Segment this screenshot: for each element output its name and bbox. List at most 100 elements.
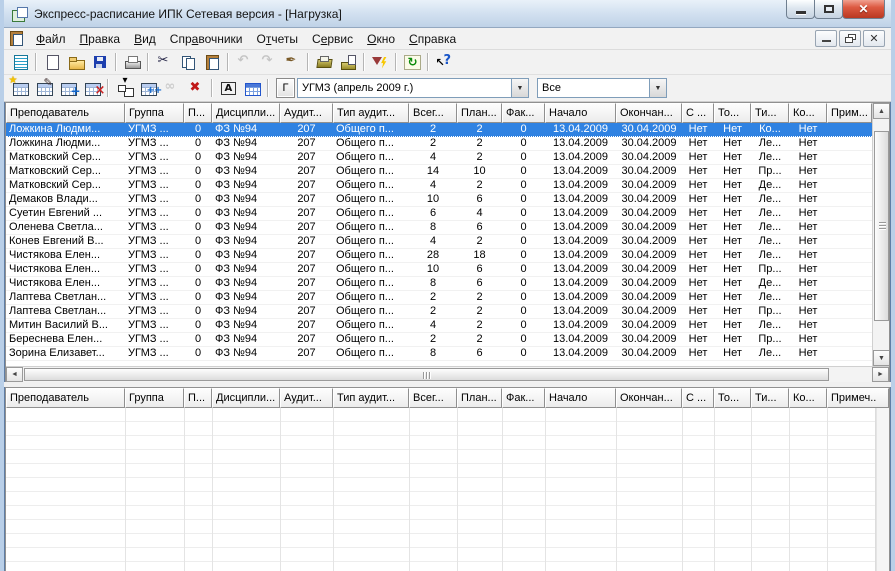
menu-item[interactable]: Справочники xyxy=(163,30,250,48)
menu-item[interactable]: Сервис xyxy=(305,30,360,48)
table-row[interactable]: Чистякова Елен...УГМЗ ...0ФЗ №94207Общег… xyxy=(6,249,872,263)
record-add-multi-button[interactable] xyxy=(136,77,160,99)
record-new-button[interactable] xyxy=(8,77,32,99)
group-button[interactable]: Г xyxy=(276,78,295,98)
column-header[interactable]: Дисципли... xyxy=(212,103,280,123)
menu-item[interactable]: Файл xyxy=(29,30,73,48)
horizontal-scrollbar[interactable] xyxy=(6,366,889,382)
table-row[interactable]: Митин Василий В...УГМЗ ...0ФЗ №94207Обще… xyxy=(6,319,872,333)
schedule-grid-button[interactable] xyxy=(240,77,264,99)
column-header[interactable]: С ... xyxy=(682,103,714,123)
menu-item[interactable]: Вид xyxy=(127,30,163,48)
child-close-button[interactable]: ✕ xyxy=(863,30,885,47)
table-row[interactable]: Конев Евгений В...УГМЗ ...0ФЗ №94207Обще… xyxy=(6,235,872,249)
cut-button[interactable] xyxy=(152,51,176,73)
scroll-left-icon[interactable] xyxy=(6,367,23,382)
vertical-scrollbar-thumb[interactable] xyxy=(874,131,889,321)
horizontal-scrollbar-thumb[interactable] xyxy=(24,368,829,381)
column-header[interactable]: Ти... xyxy=(751,103,789,123)
minimize-button[interactable] xyxy=(786,0,815,19)
maximize-button[interactable] xyxy=(814,0,843,19)
quick-edit-button[interactable] xyxy=(280,51,304,73)
table-row[interactable]: Ложкина Людми...УГМЗ ...0ФЗ №94207Общего… xyxy=(6,137,872,151)
column-header[interactable]: План... xyxy=(457,103,502,123)
table-row[interactable]: Лаптева Светлан...УГМЗ ...0ФЗ №94207Обще… xyxy=(6,305,872,319)
column-header[interactable]: Ко... xyxy=(789,388,827,408)
table-row[interactable]: Лаптева Светлан...УГМЗ ...0ФЗ №94207Обще… xyxy=(6,291,872,305)
column-header[interactable]: Прим... xyxy=(827,103,872,123)
close-button[interactable]: ✕ xyxy=(842,0,885,19)
menu-item[interactable]: Окно xyxy=(360,30,402,48)
table-row[interactable]: Демаков Влади...УГМЗ ...0ФЗ №94207Общего… xyxy=(6,193,872,207)
chevron-down-icon[interactable] xyxy=(511,79,528,97)
column-header[interactable]: Аудит... xyxy=(280,388,333,408)
period-combobox[interactable]: УГМЗ (апрель 2009 г.) xyxy=(297,78,529,98)
record-add-button[interactable] xyxy=(56,77,80,99)
vertical-scrollbar[interactable] xyxy=(872,103,889,366)
column-header[interactable]: То... xyxy=(714,103,751,123)
child-minimize-button[interactable] xyxy=(815,30,837,47)
paste-button[interactable] xyxy=(200,51,224,73)
child-restore-button[interactable] xyxy=(839,30,861,47)
tree-view-button[interactable] xyxy=(112,77,136,99)
record-edit-button[interactable] xyxy=(32,77,56,99)
column-header[interactable]: Тип аудит... xyxy=(333,388,409,408)
scroll-right-icon[interactable] xyxy=(872,367,889,382)
column-header[interactable]: Преподаватель xyxy=(6,103,125,123)
copy-button[interactable] xyxy=(176,51,200,73)
detail-vertical-scrollbar[interactable] xyxy=(875,408,889,571)
table-row[interactable]: Ложкина Людми...УГМЗ ...0ФЗ №94207Общего… xyxy=(6,123,872,137)
column-header[interactable]: Окончан... xyxy=(616,388,682,408)
table-row[interactable]: Чистякова Елен...УГМЗ ...0ФЗ №94207Общег… xyxy=(6,277,872,291)
column-header[interactable]: Аудит... xyxy=(280,103,333,123)
column-header[interactable]: П... xyxy=(184,103,212,123)
column-header[interactable]: Всег... xyxy=(409,388,457,408)
refresh-button[interactable] xyxy=(400,51,424,73)
delete-all-button[interactable] xyxy=(184,77,208,99)
column-header[interactable]: Фак... xyxy=(502,103,545,123)
table-row[interactable]: Матковский Сер...УГМЗ ...0ФЗ №94207Общег… xyxy=(6,165,872,179)
menu-item[interactable]: Отчеты xyxy=(250,30,306,48)
save-button[interactable] xyxy=(88,51,112,73)
table-row[interactable]: Оленева Светла...УГМЗ ...0ФЗ №94207Общег… xyxy=(6,221,872,235)
menu-item[interactable]: Правка xyxy=(73,30,128,48)
table-row[interactable]: Матковский Сер...УГМЗ ...0ФЗ №94207Общег… xyxy=(6,151,872,165)
font-button[interactable] xyxy=(216,77,240,99)
filter-combobox[interactable]: Все xyxy=(537,78,667,98)
document-icon[interactable] xyxy=(8,31,25,46)
print-form-button[interactable] xyxy=(336,51,360,73)
column-header[interactable]: Преподаватель xyxy=(6,388,125,408)
table-row[interactable]: Суетин Евгений ...УГМЗ ...0ФЗ №94207Обще… xyxy=(6,207,872,221)
column-header[interactable]: С ... xyxy=(682,388,714,408)
table-row[interactable]: Береснева Елен...УГМЗ ...0ФЗ №94207Общег… xyxy=(6,333,872,347)
print-export-button[interactable] xyxy=(312,51,336,73)
table-row[interactable]: Чистякова Елен...УГМЗ ...0ФЗ №94207Общег… xyxy=(6,263,872,277)
column-header[interactable]: Всег... xyxy=(409,103,457,123)
scroll-up-icon[interactable] xyxy=(873,103,889,119)
column-header[interactable]: Тип аудит... xyxy=(333,103,409,123)
menu-item[interactable]: Справка xyxy=(402,30,463,48)
filter-button[interactable] xyxy=(368,51,392,73)
chevron-down-icon[interactable] xyxy=(649,79,666,97)
record-remove-button[interactable] xyxy=(80,77,104,99)
scroll-down-icon[interactable] xyxy=(873,350,889,366)
context-help-button[interactable] xyxy=(432,51,456,73)
column-header[interactable]: Начало xyxy=(545,388,616,408)
column-header[interactable]: Дисципли... xyxy=(212,388,280,408)
column-header[interactable]: Фак... xyxy=(502,388,545,408)
column-header[interactable]: Начало xyxy=(545,103,616,123)
table-row[interactable]: Матковский Сер...УГМЗ ...0ФЗ №94207Общег… xyxy=(6,179,872,193)
column-header[interactable]: План... xyxy=(457,388,502,408)
column-header[interactable]: Примеч.. xyxy=(827,388,889,408)
column-header[interactable]: То... xyxy=(714,388,751,408)
print-button[interactable] xyxy=(120,51,144,73)
column-header[interactable]: П... xyxy=(184,388,212,408)
view-notes-button[interactable] xyxy=(8,51,32,73)
column-header[interactable]: Группа xyxy=(125,103,184,123)
open-button[interactable] xyxy=(64,51,88,73)
column-header[interactable]: Группа xyxy=(125,388,184,408)
column-header[interactable]: Окончан... xyxy=(616,103,682,123)
new-document-button[interactable] xyxy=(40,51,64,73)
column-header[interactable]: Ти... xyxy=(751,388,789,408)
table-row[interactable]: Зорина Елизавет...УГМЗ ...0ФЗ №94207Обще… xyxy=(6,347,872,361)
